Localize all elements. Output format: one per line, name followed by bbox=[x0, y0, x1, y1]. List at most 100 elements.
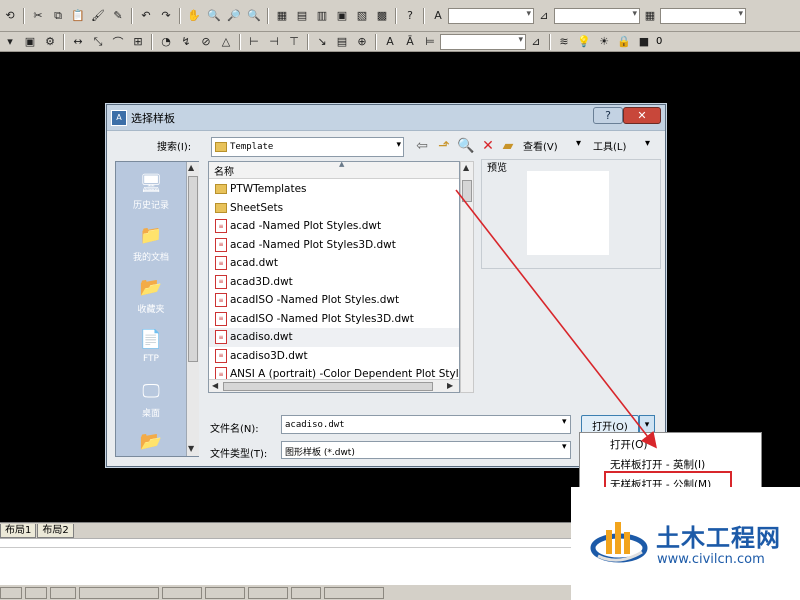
bulb-icon[interactable]: 💡 bbox=[576, 34, 592, 50]
chevron-down-icon[interactable]: ▾ bbox=[562, 442, 567, 452]
help-icon[interactable]: ? bbox=[402, 8, 418, 24]
file-list-item[interactable]: ≡ acadiso3D.dwt bbox=[209, 347, 459, 366]
search-location-combo[interactable]: Template ▾ bbox=[211, 137, 404, 157]
file-list-item[interactable]: ≡ acadISO -Named Plot Styles3D.dwt bbox=[209, 310, 459, 329]
lock-icon[interactable]: 🔒 bbox=[616, 34, 632, 50]
places-item-history[interactable]: 🖥 历史记录 bbox=[116, 170, 186, 212]
text-style-combo[interactable] bbox=[448, 7, 534, 24]
workspace-icon[interactable]: ▣ bbox=[22, 34, 38, 50]
folder-list-item[interactable]: SheetSets bbox=[209, 199, 459, 218]
scroll-thumb[interactable] bbox=[462, 180, 472, 202]
back-icon[interactable]: ⇦ bbox=[413, 137, 431, 155]
redo-icon[interactable]: ↷ bbox=[158, 8, 174, 24]
file-list-item[interactable]: ≡ acad -Named Plot Styles3D.dwt bbox=[209, 236, 459, 255]
arc-length-icon[interactable]: ⌒ bbox=[110, 34, 126, 50]
status-item[interactable] bbox=[248, 586, 288, 599]
scroll-right-icon[interactable]: ▶ bbox=[447, 381, 453, 390]
file-list-item[interactable]: ≡ acadISO -Named Plot Styles.dwt bbox=[209, 291, 459, 310]
baseline-dim-icon[interactable]: ⊣ bbox=[266, 34, 282, 50]
chevron-down-icon[interactable]: ▾ bbox=[576, 138, 581, 149]
view-menu[interactable]: 查看(V) bbox=[523, 138, 558, 153]
zoom-window-icon[interactable]: 🔎 bbox=[226, 8, 242, 24]
filename-input[interactable]: acadiso.dwt bbox=[281, 415, 571, 434]
file-list-item[interactable]: ≡ acad3D.dwt bbox=[209, 273, 459, 292]
delete-icon[interactable]: ✕ bbox=[479, 137, 497, 155]
file-list-item[interactable]: ≡ acad -Named Plot Styles.dwt bbox=[209, 217, 459, 236]
tab-layout1[interactable]: 布局1 bbox=[0, 524, 37, 538]
table-style-combo[interactable] bbox=[660, 7, 746, 24]
file-list-item[interactable]: ≡ acadiso.dwt bbox=[209, 328, 459, 347]
status-item[interactable] bbox=[79, 586, 159, 599]
copy-icon[interactable]: ⧉ bbox=[50, 8, 66, 24]
scroll-up-icon[interactable]: ▲ bbox=[463, 163, 469, 172]
horizontal-scrollbar[interactable]: ◀ ▶ bbox=[209, 379, 459, 392]
status-item[interactable] bbox=[324, 586, 384, 599]
scroll-thumb[interactable] bbox=[223, 382, 433, 391]
places-item-documents[interactable]: 📁 我的文档 bbox=[116, 222, 186, 264]
column-header-name[interactable]: 名称 ▲ bbox=[209, 162, 459, 179]
status-item[interactable] bbox=[0, 586, 22, 599]
table-style-icon[interactable]: ▦ bbox=[642, 8, 658, 24]
quick-dim-icon[interactable]: ⊢ bbox=[246, 34, 262, 50]
diameter-dim-icon[interactable]: ⊘ bbox=[198, 34, 214, 50]
dim-edit-icon[interactable]: A bbox=[382, 34, 398, 50]
layers-icon[interactable]: ≋ bbox=[556, 34, 572, 50]
tolerance-icon[interactable]: ▤ bbox=[334, 34, 350, 50]
close-button[interactable]: ✕ bbox=[623, 107, 661, 124]
aligned-dim-icon[interactable]: ⤡ bbox=[90, 34, 106, 50]
zoom-previous-icon[interactable]: 🔍 bbox=[246, 8, 262, 24]
menu-item-open[interactable]: 打开(O) bbox=[610, 437, 647, 452]
status-item[interactable] bbox=[291, 586, 321, 599]
status-item[interactable] bbox=[162, 586, 202, 599]
up-folder-icon[interactable]: ⬏ bbox=[435, 137, 453, 155]
places-item-favorites[interactable]: 📂 收藏夹 bbox=[116, 274, 186, 316]
pan-icon[interactable]: ⟲ bbox=[2, 8, 18, 24]
tool-palettes-icon[interactable]: ▥ bbox=[314, 8, 330, 24]
scroll-up-icon[interactable]: ▲ bbox=[188, 163, 194, 172]
current-layer[interactable]: 0 bbox=[656, 36, 662, 47]
dim-text-edit-icon[interactable]: Ā bbox=[402, 34, 418, 50]
filetype-select[interactable]: 图形样板 (*.dwt) bbox=[281, 441, 571, 459]
dim-style-selector[interactable] bbox=[440, 33, 526, 50]
file-list-item[interactable]: ≡ acad.dwt bbox=[209, 254, 459, 273]
markup-icon[interactable]: ▧ bbox=[354, 8, 370, 24]
cut-icon[interactable]: ✂ bbox=[30, 8, 46, 24]
status-item[interactable] bbox=[25, 586, 47, 599]
jogged-dim-icon[interactable]: ↯ bbox=[178, 34, 194, 50]
tools-menu[interactable]: 工具(L) bbox=[593, 138, 626, 153]
dim-update-icon[interactable]: ⊨ bbox=[422, 34, 438, 50]
tab-layout2[interactable]: 布局2 bbox=[37, 524, 74, 538]
places-item-more[interactable]: 📂 bbox=[116, 428, 186, 456]
scroll-left-icon[interactable]: ◀ bbox=[212, 381, 218, 390]
new-folder-icon[interactable]: ▰ bbox=[499, 137, 517, 155]
status-item[interactable] bbox=[50, 586, 76, 599]
scroll-down-icon[interactable]: ▼ bbox=[188, 444, 194, 453]
search-web-icon[interactable]: 🔍 bbox=[457, 137, 475, 155]
chevron-down-icon[interactable]: ▾ bbox=[562, 417, 567, 427]
places-scrollbar[interactable]: ▲ ▼ bbox=[186, 162, 199, 456]
pan-realtime-icon[interactable]: ✋ bbox=[186, 8, 202, 24]
ordinate-dim-icon[interactable]: ⊞ bbox=[130, 34, 146, 50]
file-list-scrollbar[interactable]: ▲ bbox=[460, 161, 474, 393]
match-properties-icon[interactable]: 🖌 bbox=[90, 8, 106, 24]
paste-icon[interactable]: 📋 bbox=[70, 8, 86, 24]
calculator-icon[interactable]: ▩ bbox=[374, 8, 390, 24]
radius-dim-icon[interactable]: ◔ bbox=[158, 34, 174, 50]
text-style-icon[interactable]: A bbox=[430, 8, 446, 24]
places-item-desktop[interactable]: 🖵 桌面 bbox=[116, 378, 186, 420]
workspace-settings-icon[interactable]: ⚙ bbox=[42, 34, 58, 50]
block-editor-icon[interactable]: ✎ bbox=[110, 8, 126, 24]
help-button[interactable]: ? bbox=[593, 107, 623, 124]
dim-style-combo[interactable] bbox=[554, 7, 640, 24]
dim-style-icon[interactable]: ⊿ bbox=[536, 8, 552, 24]
properties-icon[interactable]: ▦ bbox=[274, 8, 290, 24]
chevron-down-icon[interactable]: ▾ bbox=[2, 34, 18, 50]
linear-dim-icon[interactable]: ↔ bbox=[70, 34, 86, 50]
continue-dim-icon[interactable]: ⊤ bbox=[286, 34, 302, 50]
dim-style-manager-icon[interactable]: ⊿ bbox=[528, 34, 544, 50]
status-item[interactable] bbox=[205, 586, 245, 599]
menu-item-open-imperial[interactable]: 无样板打开 - 英制(I) bbox=[610, 457, 705, 472]
scroll-thumb[interactable] bbox=[188, 176, 198, 362]
sun-icon[interactable]: ☀ bbox=[596, 34, 612, 50]
design-center-icon[interactable]: ▤ bbox=[294, 8, 310, 24]
